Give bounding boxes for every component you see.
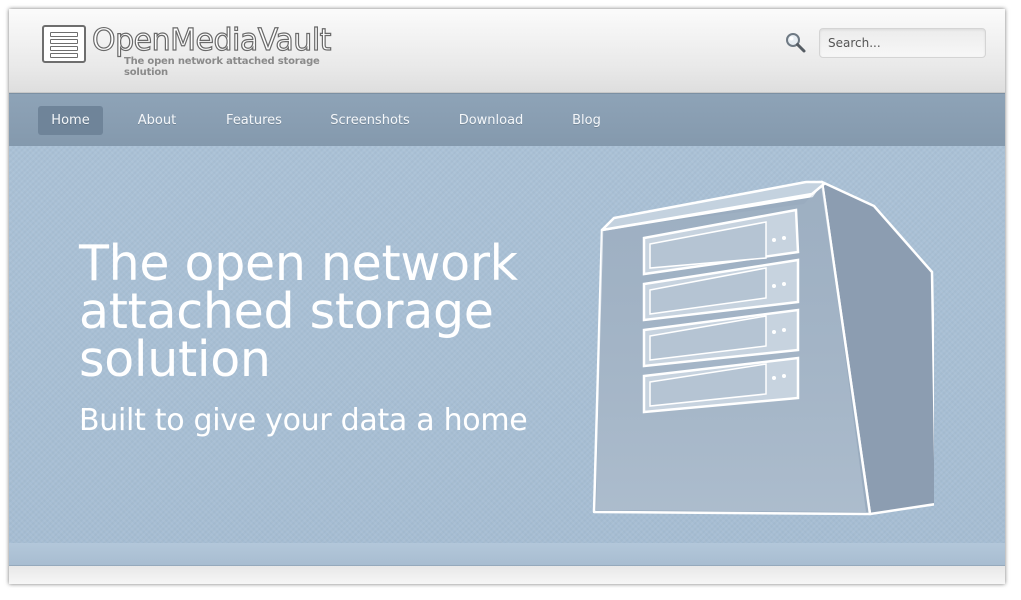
logo-name: OpenMediaVault <box>91 22 332 58</box>
content-top-bar <box>9 566 1005 584</box>
hero-banner: The open network attached storage soluti… <box>9 146 1005 543</box>
hero-bottom-strip <box>9 543 1005 566</box>
search-input[interactable] <box>819 28 986 58</box>
nav-item-home[interactable]: Home <box>38 106 103 135</box>
nav-item-features[interactable]: Features <box>216 106 292 135</box>
logo-tagline: The open network attached storage soluti… <box>124 56 320 78</box>
site-header: OpenMediaVault The open network attached… <box>9 9 1005 93</box>
nav-item-screenshots[interactable]: Screenshots <box>322 106 418 135</box>
main-nav: Home About Features Screenshots Download… <box>9 93 1005 147</box>
nav-item-download[interactable]: Download <box>449 106 533 135</box>
hero-headline-line: solution <box>79 331 271 388</box>
hero-headline-line: The open network <box>79 235 518 292</box>
logo-drive-icon <box>42 25 86 63</box>
hero-headline-line: attached storage <box>79 283 494 340</box>
nav-item-about[interactable]: About <box>129 106 185 135</box>
site-logo[interactable]: OpenMediaVault The open network attached… <box>42 22 362 78</box>
hero-headline: The open network attached storage soluti… <box>79 235 599 388</box>
hero-subline: Built to give your data a home <box>79 403 528 438</box>
search-icon[interactable] <box>784 31 808 55</box>
nav-item-blog[interactable]: Blog <box>564 106 609 135</box>
nas-server-illustration <box>592 180 934 516</box>
browser-page: OpenMediaVault The open network attached… <box>9 9 1005 584</box>
